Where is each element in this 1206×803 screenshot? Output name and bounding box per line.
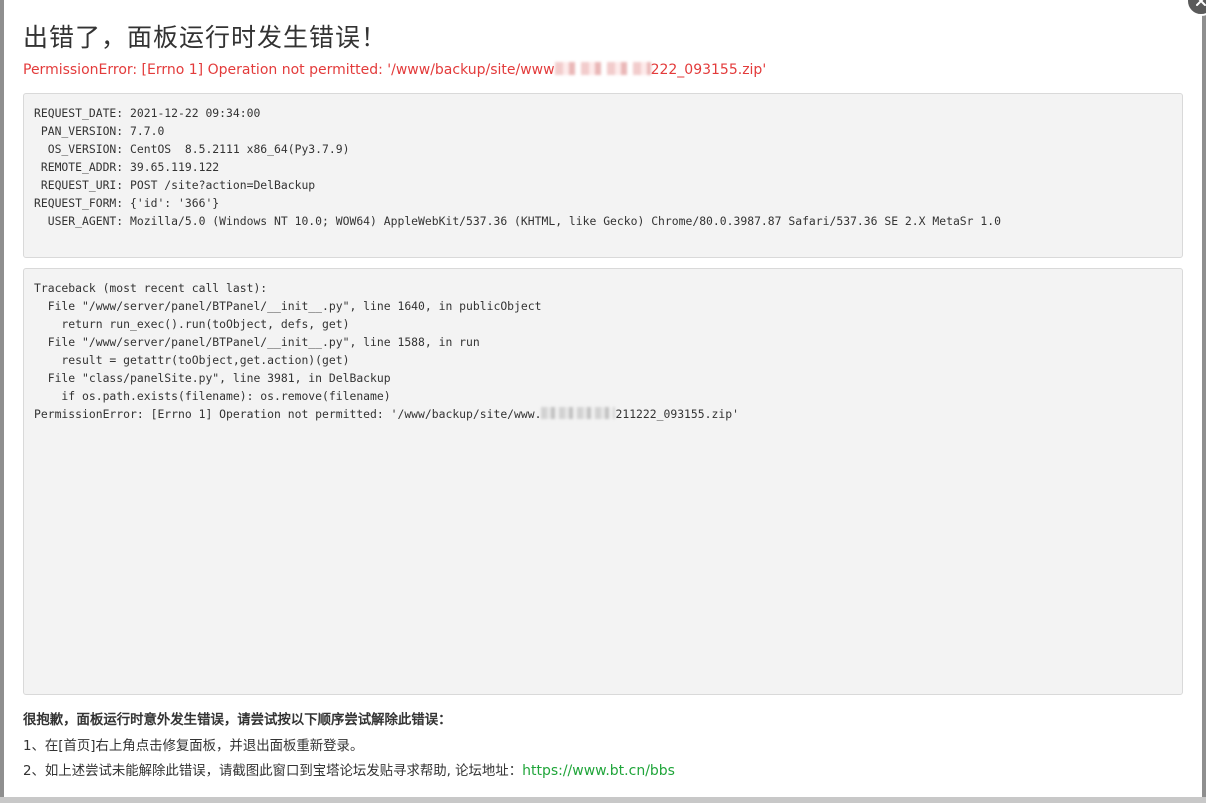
traceback-line: result = getattr(toObject,get.action)(ge…: [34, 353, 350, 367]
traceback-panel: Traceback (most recent call last): File …: [23, 268, 1183, 695]
help-heading: 很抱歉，面板运行时意外发生错误，请尝试按以下顺序尝试解除此错误：: [23, 713, 452, 728]
redacted-domain: [554, 62, 651, 75]
close-button[interactable]: [1186, 0, 1206, 16]
forum-link[interactable]: https://www.bt.cn/bbs: [522, 763, 675, 779]
help-step-1: 1、在[首页]右上角点击修复面板，并退出面板重新登录。: [23, 739, 364, 754]
traceback: Traceback (most recent call last): File …: [34, 279, 1172, 423]
traceback-line: File "/www/server/panel/BTPanel/__init__…: [34, 335, 480, 349]
traceback-last-prefix: PermissionError: [Errno 1] Operation not…: [34, 407, 542, 421]
help-step-2: 2、如上述尝试未能解除此错误，请截图此窗口到宝塔论坛发贴寻求帮助, 论坛地址：h…: [23, 762, 675, 781]
redacted-domain: [541, 407, 616, 419]
help-step-2-text: 2、如上述尝试未能解除此错误，请截图此窗口到宝塔论坛发贴寻求帮助, 论坛地址：: [23, 764, 523, 779]
dialog-title: 出错了，面板运行时发生错误！: [23, 23, 388, 52]
error-message-prefix: PermissionError: [Errno 1] Operation not…: [23, 62, 555, 78]
traceback-line: Traceback (most recent call last):: [34, 281, 268, 295]
request-info: REQUEST_DATE: 2021-12-22 09:34:00 PAN_VE…: [34, 104, 1172, 230]
traceback-line: if os.path.exists(filename): os.remove(f…: [34, 389, 391, 403]
traceback-last-suffix: 211222_093155.zip': [615, 407, 739, 421]
error-message-suffix: 222_093155.zip': [650, 62, 767, 78]
backdrop-right: [1202, 0, 1206, 803]
request-line: PAN_VERSION: 7.7.0: [34, 124, 165, 138]
request-line: REMOTE_ADDR: 39.65.119.122: [34, 160, 220, 174]
request-line: USER_AGENT: Mozilla/5.0 (Windows NT 10.0…: [34, 214, 1001, 228]
request-info-panel: REQUEST_DATE: 2021-12-22 09:34:00 PAN_VE…: [23, 93, 1183, 258]
traceback-line: return run_exec().run(toObject, defs, ge…: [34, 317, 350, 331]
request-line: OS_VERSION: CentOS 8.5.2111 x86_64(Py3.7…: [34, 142, 350, 156]
error-dialog: 出错了，面板运行时发生错误！ PermissionError: [Errno 1…: [4, 0, 1206, 797]
request-line: REQUEST_URI: POST /site?action=DelBackup: [34, 178, 316, 192]
error-message: PermissionError: [Errno 1] Operation not…: [23, 62, 766, 78]
traceback-line: File "class/panelSite.py", line 3981, in…: [34, 371, 391, 385]
help-section: 很抱歉，面板运行时意外发生错误，请尝试按以下顺序尝试解除此错误： 1、在[首页]…: [23, 712, 675, 787]
backdrop-bottom: [0, 797, 1206, 803]
close-icon: [1196, 0, 1206, 6]
traceback-line: File "/www/server/panel/BTPanel/__init__…: [34, 299, 542, 313]
request-line: REQUEST_DATE: 2021-12-22 09:34:00: [34, 106, 261, 120]
request-line: REQUEST_FORM: {'id': '366'}: [34, 196, 220, 210]
